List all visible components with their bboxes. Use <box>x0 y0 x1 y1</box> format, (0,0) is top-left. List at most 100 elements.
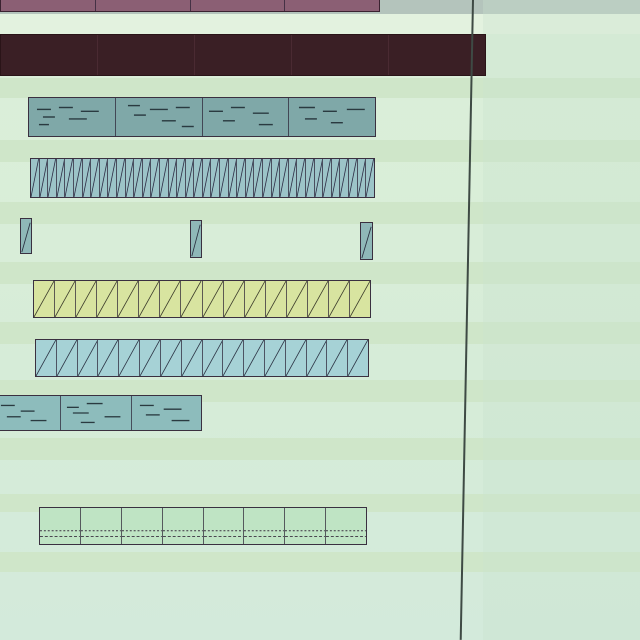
sawtooth-step <box>286 340 306 376</box>
sawtooth-step <box>57 340 77 376</box>
waveform <box>67 402 121 424</box>
region-segment <box>108 159 117 197</box>
midi-region[interactable] <box>33 280 371 318</box>
region-segment <box>244 340 265 376</box>
sawtooth-step <box>246 159 254 197</box>
region-segment <box>272 159 281 197</box>
sawtooth-step <box>76 281 96 317</box>
sawtooth-step <box>349 159 357 197</box>
sawtooth-step <box>287 281 307 317</box>
region-segment <box>96 0 191 11</box>
region-segment <box>83 159 92 197</box>
sawtooth-step <box>78 340 98 376</box>
region-segment <box>266 281 287 317</box>
region-segment <box>287 281 308 317</box>
region-segment <box>40 159 49 197</box>
sawtooth-step <box>308 281 328 317</box>
region-segment <box>57 340 78 376</box>
sawtooth-step <box>117 159 125 197</box>
audio-region[interactable] <box>28 97 376 137</box>
region-segment <box>326 508 366 544</box>
region-segment <box>191 0 286 11</box>
sawtooth-step <box>108 159 116 197</box>
midi-region[interactable] <box>35 339 369 377</box>
sawtooth-step <box>140 340 160 376</box>
region-segment <box>160 281 182 317</box>
sawtooth-step <box>245 281 265 317</box>
sawtooth-step <box>40 159 48 197</box>
waveform <box>0 404 47 422</box>
sawtooth-step <box>272 159 280 197</box>
region-segment <box>280 159 289 197</box>
midi-notes <box>285 530 326 537</box>
region-segment <box>203 281 224 317</box>
waveform <box>299 106 366 124</box>
midi-notes <box>326 530 366 537</box>
region-segment <box>245 281 266 317</box>
waveform <box>139 404 190 422</box>
region-segment <box>126 159 135 197</box>
sawtooth-step <box>74 159 82 197</box>
midi-notes <box>80 530 121 537</box>
region-segment <box>40 508 81 544</box>
sawtooth-step <box>186 159 194 197</box>
region-segment <box>140 340 161 376</box>
sawtooth-step <box>203 281 223 317</box>
sawtooth-step <box>177 159 185 197</box>
midi-notes <box>40 530 80 537</box>
sawtooth-step <box>266 281 286 317</box>
sawtooth-step <box>91 159 99 197</box>
automation-ramp <box>191 224 201 257</box>
region-segment <box>203 159 212 197</box>
region-segment <box>286 340 307 376</box>
midi-region[interactable] <box>190 220 202 258</box>
sawtooth-step <box>98 340 118 376</box>
region-segment <box>186 159 195 197</box>
region-segment <box>329 281 350 317</box>
region-segment <box>121 508 163 544</box>
sawtooth-step <box>169 159 177 197</box>
region-segment <box>29 98 116 136</box>
sawtooth-step <box>307 340 327 376</box>
sawtooth-step <box>306 159 314 197</box>
region-segment <box>246 159 255 197</box>
region-segment <box>177 159 186 197</box>
region-segment <box>98 340 120 376</box>
midi-region[interactable] <box>39 507 367 545</box>
midi-region[interactable] <box>20 218 32 254</box>
region-segment <box>57 159 66 197</box>
region-segment <box>263 159 272 197</box>
midi-notes <box>203 530 244 537</box>
region-segment <box>61 396 132 430</box>
region-segment <box>1 35 98 75</box>
sawtooth-step <box>151 159 159 197</box>
region-segment <box>116 98 203 136</box>
midi-notes <box>121 530 162 537</box>
sawtooth-step <box>289 159 297 197</box>
sawtooth-step <box>134 159 142 197</box>
midi-region[interactable] <box>30 158 375 198</box>
region-segment <box>74 159 83 197</box>
region-segment <box>98 35 195 75</box>
region-segment <box>323 159 332 197</box>
sawtooth-step <box>263 159 271 197</box>
region-segment <box>203 340 224 376</box>
region-segment <box>350 281 370 317</box>
sawtooth-step <box>55 281 75 317</box>
audio-region[interactable] <box>0 395 202 431</box>
audio-region[interactable] <box>0 0 380 12</box>
region-segment <box>292 35 389 75</box>
region-segment <box>132 396 201 430</box>
midi-region[interactable] <box>360 222 373 260</box>
sawtooth-step <box>203 159 211 197</box>
region-segment <box>220 159 229 197</box>
audio-region[interactable] <box>0 34 486 76</box>
sawtooth-step <box>57 159 65 197</box>
waveform <box>127 104 194 128</box>
region-segment <box>139 281 161 317</box>
region-segment <box>349 159 358 197</box>
sawtooth-step <box>315 159 323 197</box>
region-segment <box>307 340 328 376</box>
sawtooth-step <box>160 159 168 197</box>
region-segment <box>78 340 99 376</box>
